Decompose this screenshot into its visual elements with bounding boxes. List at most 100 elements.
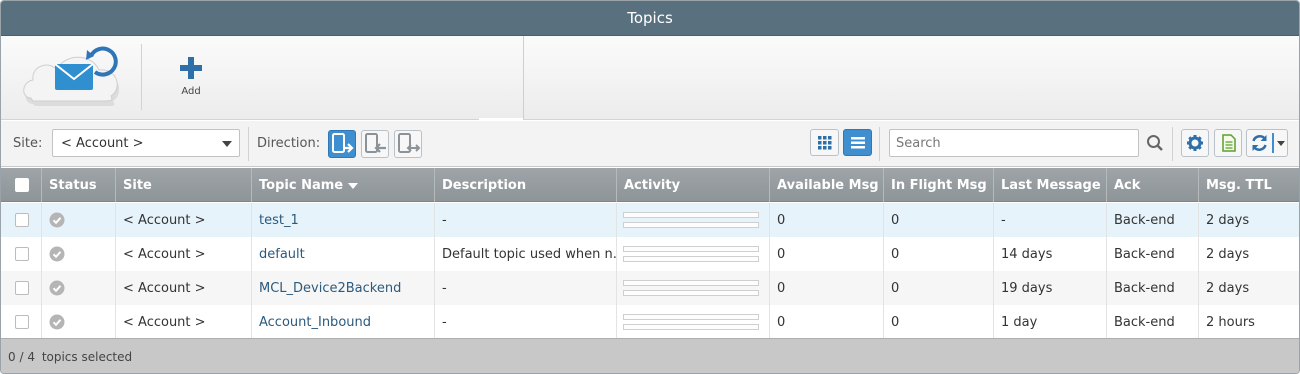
refresh-icon (1252, 135, 1267, 151)
col-activity[interactable]: Activity (617, 168, 770, 202)
activity-bar-bottom (623, 256, 759, 262)
add-button[interactable]: Add (163, 56, 219, 104)
col-ack[interactable]: Ack (1107, 168, 1199, 202)
activity-bar-bottom (623, 324, 759, 330)
cell-select (1, 237, 42, 271)
panel-edge (523, 36, 524, 120)
window-title: Topics (627, 9, 673, 27)
cell-select (1, 203, 42, 237)
col-available-msg[interactable]: Available Msg (770, 168, 884, 202)
cell-available-msg: 0 (770, 237, 884, 271)
col-description[interactable]: Description (435, 168, 617, 202)
cell-description: - (435, 271, 617, 305)
cell-topic-name[interactable]: Account_Inbound (252, 305, 435, 339)
filter-bar: Site: < Account > Direction: (1, 121, 1299, 167)
sort-desc-icon (348, 182, 359, 189)
activity-bar-top (623, 314, 759, 320)
activity-bar-top (623, 212, 759, 218)
cell-status (42, 237, 116, 271)
col-in-flight-msg[interactable]: In Flight Msg (884, 168, 994, 202)
add-label: Add (181, 86, 201, 97)
direction-both-button[interactable] (394, 130, 422, 158)
cell-select (1, 271, 42, 305)
chevron-down-icon[interactable] (1277, 141, 1285, 146)
cell-site: < Account > (116, 237, 252, 271)
direction-outbound-button[interactable] (361, 130, 389, 158)
chevron-down-icon (222, 141, 232, 147)
table-row[interactable]: < Account > default Default topic used w… (1, 237, 1299, 271)
cell-in-flight-msg: 0 (884, 237, 994, 271)
cell-description: - (435, 305, 617, 339)
col-topic-name-label: Topic Name (259, 178, 344, 193)
direction-outbound-icon (365, 133, 386, 153)
filter-divider-2 (879, 127, 880, 161)
list-view-button[interactable] (843, 129, 872, 156)
settings-button[interactable] (1181, 129, 1209, 157)
top-toolbar: Add (1, 36, 1299, 120)
cell-ack: Back-end (1107, 305, 1199, 339)
refresh-split-button[interactable] (1246, 129, 1288, 157)
selected-count: 0 (8, 350, 16, 364)
cell-topic-name[interactable]: default (252, 237, 435, 271)
table-row[interactable]: < Account > MCL_Device2Backend - 0 0 19 … (1, 271, 1299, 305)
cell-in-flight-msg: 0 (884, 305, 994, 339)
filter-divider-3 (1172, 127, 1173, 161)
col-msg-ttl[interactable]: Msg. TTL (1199, 168, 1299, 202)
search-icon[interactable] (1146, 134, 1164, 152)
filter-divider (248, 127, 249, 161)
table-header: Status Site Topic Name Description Activ… (1, 168, 1299, 202)
table-row[interactable]: < Account > test_1 - 0 0 - Back-end 2 da… (1, 203, 1299, 237)
count-separator: / (19, 350, 24, 364)
col-topic-name[interactable]: Topic Name (252, 168, 435, 202)
search-input[interactable] (889, 129, 1139, 157)
panel-divider (479, 118, 523, 120)
cell-ack: Back-end (1107, 271, 1199, 305)
select-all-checkbox[interactable] (15, 178, 29, 192)
cell-last-message: 14 days (994, 237, 1107, 271)
selection-summary: 0 / 4 topics selected (8, 350, 132, 364)
split-divider (1272, 133, 1274, 153)
cell-topic-name[interactable]: test_1 (252, 203, 435, 237)
direction-inbound-icon (332, 133, 354, 153)
direction-label: Direction: (257, 136, 321, 151)
cell-available-msg: 0 (770, 305, 884, 339)
cell-description: - (435, 203, 617, 237)
cell-in-flight-msg: 0 (884, 203, 994, 237)
total-count: 4 (27, 350, 35, 364)
col-last-message[interactable]: Last Message (994, 168, 1107, 202)
col-site[interactable]: Site (116, 168, 252, 202)
cell-status (42, 305, 116, 339)
site-select[interactable]: < Account > (52, 129, 240, 157)
cell-status (42, 271, 116, 305)
direction-both-icon (398, 133, 421, 153)
cell-ack: Back-end (1107, 203, 1199, 237)
grid-view-button[interactable] (810, 129, 839, 156)
site-select-value: < Account > (61, 136, 144, 151)
export-button[interactable] (1214, 129, 1242, 157)
site-label: Site: (13, 136, 43, 151)
cell-activity (617, 203, 770, 237)
cell-site: < Account > (116, 305, 252, 339)
cell-activity (617, 271, 770, 305)
activity-bar-top (623, 280, 759, 286)
cell-topic-name[interactable]: MCL_Device2Backend (252, 271, 435, 305)
cell-msg-ttl: 2 hours (1206, 315, 1255, 330)
plus-icon (180, 57, 202, 79)
col-status[interactable]: Status (42, 168, 116, 202)
table-row[interactable]: < Account > Account_Inbound - 0 0 1 day … (1, 305, 1299, 339)
select-all-cell (1, 168, 42, 202)
direction-inbound-button[interactable] (328, 130, 356, 158)
cell-status (42, 203, 116, 237)
cell-site: < Account > (116, 271, 252, 305)
toolbar-divider (141, 44, 142, 110)
cell-msg-ttl: 2 days (1206, 213, 1250, 228)
cell-activity (617, 305, 770, 339)
activity-bar-bottom (623, 290, 759, 296)
cell-msg-ttl: 2 days (1206, 281, 1250, 296)
cell-msg-ttl: 2 days (1206, 247, 1250, 262)
grid-view-icon (818, 136, 832, 150)
cell-activity (617, 237, 770, 271)
cell-last-message: 1 day (994, 305, 1107, 339)
activity-bar-bottom (623, 222, 759, 228)
cell-select (1, 305, 42, 339)
